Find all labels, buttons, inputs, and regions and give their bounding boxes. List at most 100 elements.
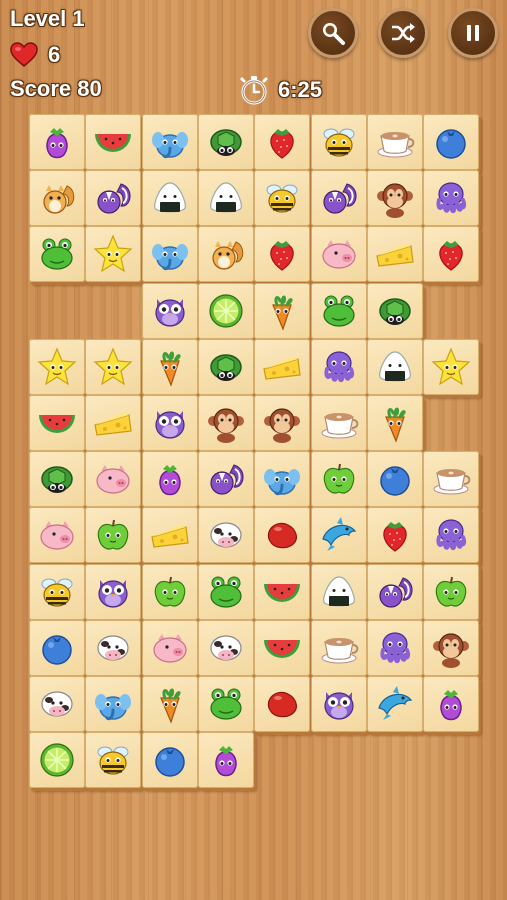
tile-frog[interactable] — [197, 676, 254, 732]
tile-skunk[interactable] — [197, 451, 254, 508]
tile-eggplant[interactable] — [423, 676, 480, 732]
tile-watermelon[interactable] — [85, 114, 142, 170]
tile-dolphin[interactable] — [366, 676, 423, 732]
cow-icon — [41, 691, 73, 717]
tile-lime[interactable] — [197, 282, 254, 339]
tile-squirrel[interactable] — [29, 170, 85, 227]
tile-pig[interactable] — [141, 619, 198, 676]
frog-icon — [41, 238, 73, 270]
tile-watermelon[interactable] — [254, 563, 311, 620]
monkey-icon — [433, 633, 470, 668]
tile-blueberry[interactable] — [366, 451, 423, 508]
blueberry-icon — [154, 747, 185, 777]
tile-carrot[interactable] — [254, 282, 311, 339]
owl-icon — [323, 692, 354, 720]
tile-elephant[interactable] — [141, 226, 198, 283]
tile-coffee[interactable] — [310, 395, 367, 451]
tile-carrot[interactable] — [366, 395, 423, 451]
tile-bee[interactable] — [85, 732, 142, 789]
tile-cheese[interactable] — [85, 395, 142, 451]
tile-onigiri[interactable] — [366, 338, 423, 395]
tile-cheese[interactable] — [254, 338, 311, 395]
tile-owl[interactable] — [141, 282, 198, 339]
tile-coffee[interactable] — [366, 114, 423, 170]
tile-onigiri[interactable] — [141, 170, 198, 227]
tile-apple[interactable] — [310, 451, 367, 508]
tile-turtle[interactable] — [197, 338, 254, 395]
tile-watermelon[interactable] — [254, 619, 311, 676]
tile-blueberry[interactable] — [29, 619, 85, 676]
tile-pig[interactable] — [29, 507, 85, 564]
tile-squirrel[interactable] — [197, 226, 254, 283]
tile-skunk[interactable] — [85, 170, 142, 227]
tile-strawberry[interactable] — [423, 226, 480, 283]
tile-star[interactable] — [423, 338, 480, 395]
tile-dolphin[interactable] — [310, 507, 367, 564]
tile-elephant[interactable] — [254, 451, 311, 508]
tile-cheese[interactable] — [141, 507, 198, 564]
tile-turtle[interactable] — [197, 114, 254, 170]
tile-bean[interactable] — [254, 507, 311, 564]
tile-frog[interactable] — [29, 226, 85, 283]
tile-bee[interactable] — [254, 170, 311, 227]
tile-monkey[interactable] — [254, 395, 311, 451]
tile-coffee[interactable] — [423, 451, 480, 508]
tile-carrot[interactable] — [141, 338, 198, 395]
tile-coffee[interactable] — [310, 619, 367, 676]
tile-pig[interactable] — [310, 226, 367, 283]
tile-star[interactable] — [85, 226, 142, 283]
carrot-icon — [272, 295, 293, 331]
tile-bee[interactable] — [29, 563, 85, 620]
tile-eggplant[interactable] — [29, 114, 85, 170]
tile-turtle[interactable] — [29, 451, 85, 508]
octopus-icon — [380, 632, 410, 663]
tile-frog[interactable] — [310, 282, 367, 339]
tile-strawberry[interactable] — [366, 507, 423, 564]
tile-skunk[interactable] — [366, 563, 423, 620]
tile-blueberry[interactable] — [423, 114, 480, 170]
tile-star[interactable] — [29, 338, 85, 395]
tile-elephant[interactable] — [141, 114, 198, 170]
tile-octopus[interactable] — [423, 170, 480, 227]
tile-carrot[interactable] — [141, 676, 198, 732]
tile-apple[interactable] — [85, 507, 142, 564]
tile-owl[interactable] — [141, 395, 198, 451]
tile-monkey[interactable] — [197, 395, 254, 451]
tile-onigiri[interactable] — [310, 563, 367, 620]
tile-skunk[interactable] — [310, 170, 367, 227]
tile-eggplant[interactable] — [197, 732, 254, 789]
octopus-icon — [436, 519, 467, 551]
turtle-icon — [210, 129, 242, 156]
tile-turtle[interactable] — [366, 282, 423, 339]
tile-cow[interactable] — [197, 619, 254, 676]
tile-blueberry[interactable] — [141, 732, 198, 789]
tile-cow[interactable] — [85, 619, 142, 676]
tile-bean[interactable] — [254, 676, 311, 732]
tile-strawberry[interactable] — [254, 114, 311, 170]
tile-apple[interactable] — [423, 563, 480, 620]
tile-lime[interactable] — [29, 732, 85, 789]
tile-watermelon[interactable] — [29, 395, 85, 451]
tile-octopus[interactable] — [310, 338, 367, 395]
tile-owl[interactable] — [310, 676, 367, 732]
tile-eggplant[interactable] — [141, 451, 198, 508]
tile-owl[interactable] — [85, 563, 142, 620]
tile-monkey[interactable] — [366, 170, 423, 227]
star-icon — [93, 234, 133, 273]
tile-pig[interactable] — [85, 451, 142, 508]
tile-cow[interactable] — [29, 676, 85, 732]
tile-cow[interactable] — [197, 507, 254, 564]
tile-strawberry[interactable] — [254, 226, 311, 283]
watermelon-icon — [39, 415, 75, 433]
tile-apple[interactable] — [141, 563, 198, 620]
tile-bee[interactable] — [310, 114, 367, 170]
tile-frog[interactable] — [197, 563, 254, 620]
tile-monkey[interactable] — [423, 619, 480, 676]
tile-elephant[interactable] — [85, 676, 142, 732]
tile-octopus[interactable] — [366, 619, 423, 676]
tile-cheese[interactable] — [366, 226, 423, 283]
tile-star[interactable] — [85, 338, 142, 395]
onigiri-icon — [378, 351, 411, 382]
tile-onigiri[interactable] — [197, 170, 254, 227]
tile-octopus[interactable] — [423, 507, 480, 564]
